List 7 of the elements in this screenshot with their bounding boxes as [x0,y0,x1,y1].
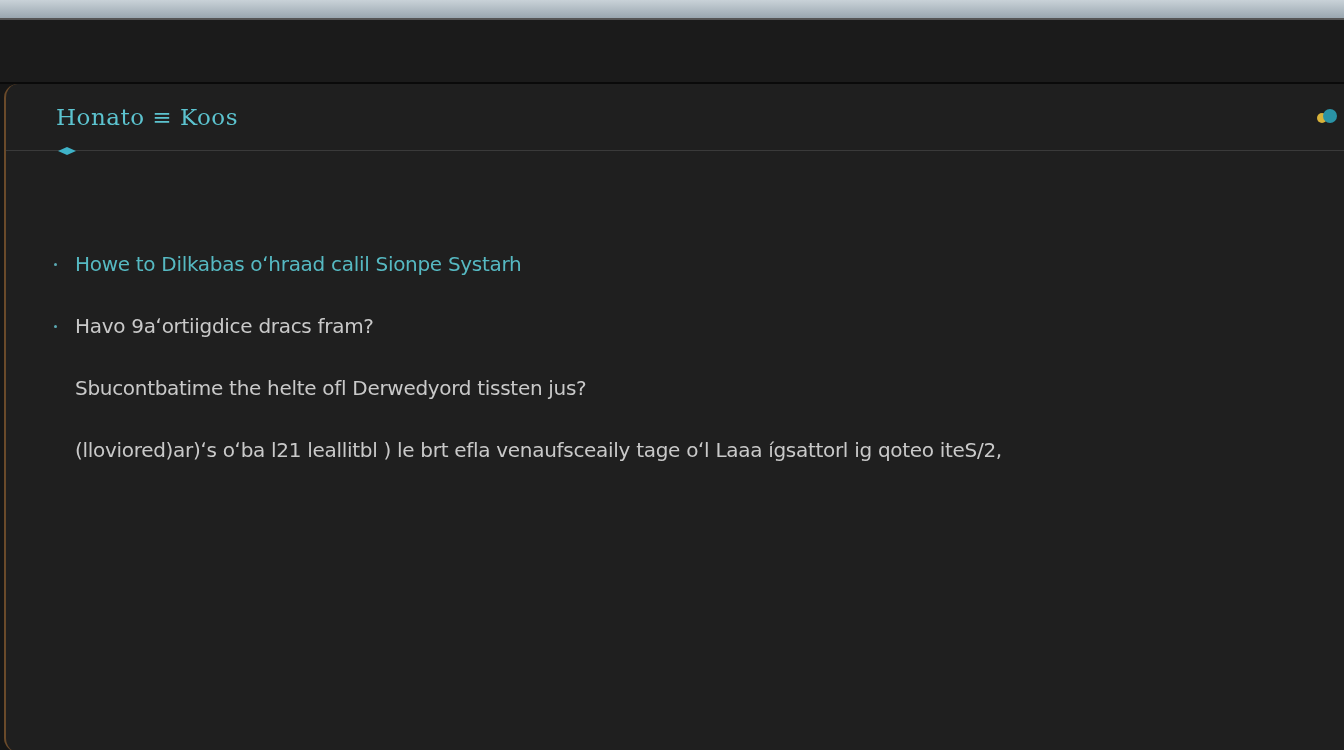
marker-icon [58,147,76,155]
link[interactable]: Howe to Dilkabas oʻhraad calil Sionpe Systarh [75,252,522,276]
text-line: Sbucontbatime the helte ofl Derwedyord tissten jus? [75,376,587,400]
panel-title: Honato ≡ Koos [56,104,238,130]
status-icon [1316,108,1338,126]
text-line: Havo 9aʻortiigdice dracs fram? [75,314,374,338]
text-line: (lloviored)ar)ʻs oʻba l21 leallitbl ) le brt efla venaufsceaily tage oʻl Laaa ígsattorl ig qoteo iteS/2, [75,438,1002,462]
